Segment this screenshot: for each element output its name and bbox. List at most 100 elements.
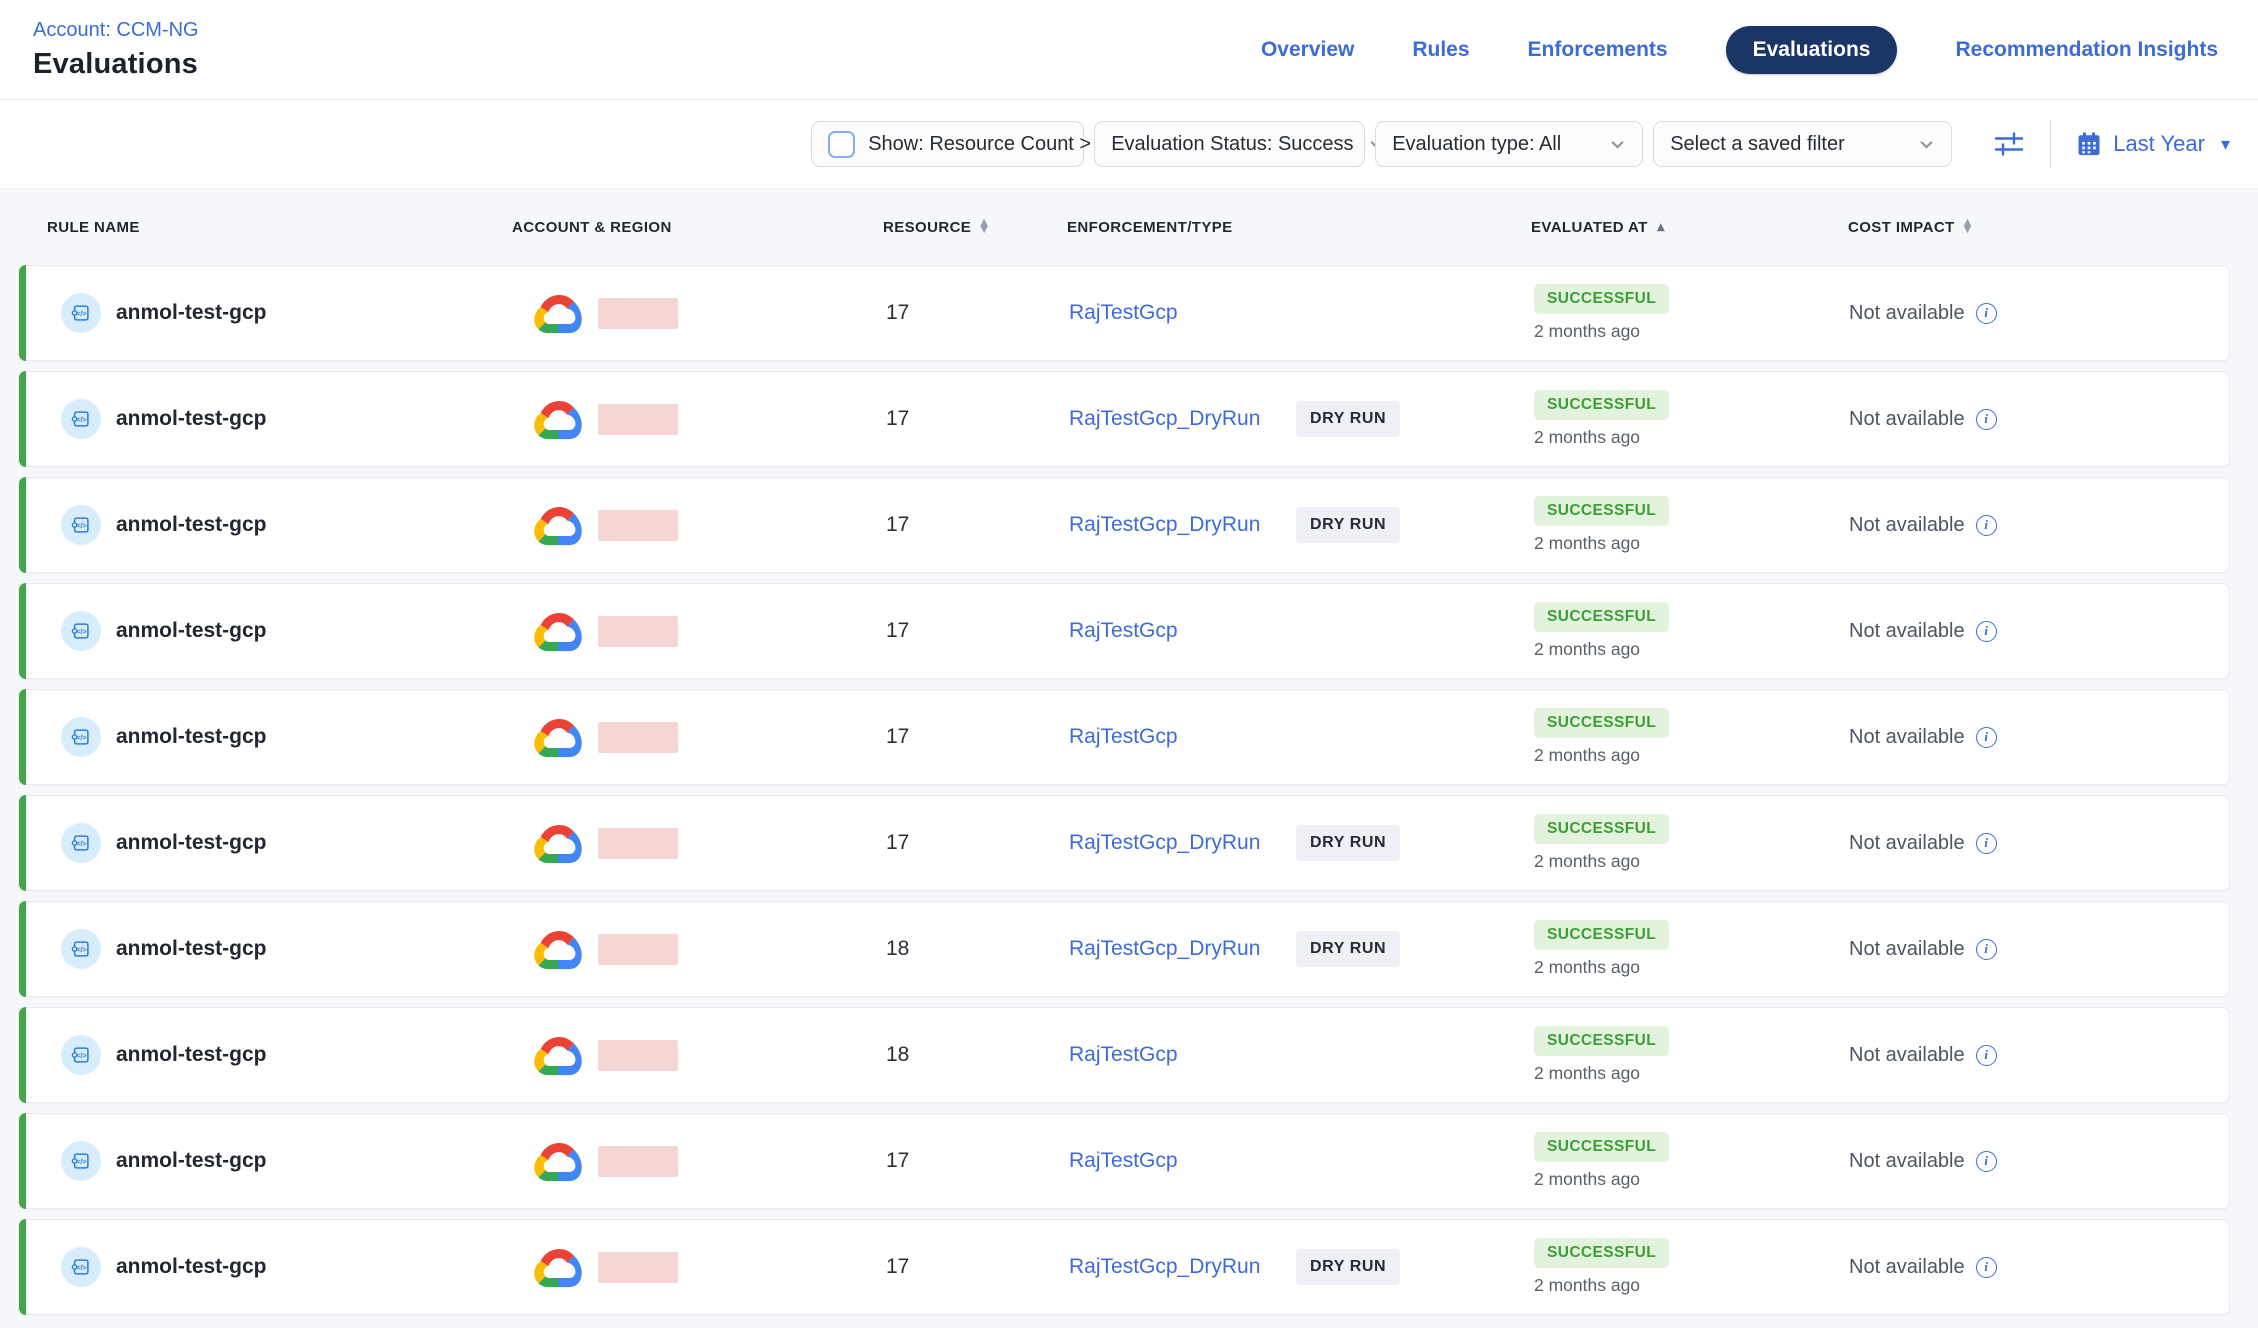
sliders-icon: [1992, 129, 2026, 159]
table-body: </> anmol-test-gcp 17 RajTestGcp SUCCESS…: [18, 265, 2230, 1315]
enforcement-link[interactable]: RajTestGcp: [1069, 619, 1178, 642]
resource-count-checkbox[interactable]: [828, 131, 855, 158]
redacted-account-name: [598, 404, 678, 435]
tab-enforcements[interactable]: Enforcements: [1528, 38, 1668, 62]
enforcement-link[interactable]: RajTestGcp_DryRun: [1069, 1255, 1260, 1278]
rule-icon: </>: [61, 717, 101, 757]
evaluated-time: 2 months ago: [1534, 639, 1640, 660]
column-account-region: ACCOUNT & REGION: [500, 219, 868, 236]
enforcement-link[interactable]: RajTestGcp: [1069, 725, 1178, 748]
svg-text:</>: </>: [77, 311, 87, 318]
enforcement-link[interactable]: RajTestGcp: [1069, 301, 1178, 324]
resource-count: 17: [869, 831, 1055, 855]
row-status-accent: [19, 1007, 26, 1103]
tab-rules[interactable]: Rules: [1412, 38, 1469, 62]
info-icon[interactable]: i: [1976, 1151, 1997, 1172]
evaluation-status-dropdown[interactable]: Evaluation Status: Success: [1094, 121, 1365, 167]
rule-name: anmol-test-gcp: [116, 1043, 267, 1067]
resource-count: 17: [869, 301, 1055, 325]
evaluation-row[interactable]: </> anmol-test-gcp 17 RajTestGcp_DryRun …: [18, 1219, 2230, 1315]
info-icon[interactable]: i: [1976, 409, 1997, 430]
enforcement-link[interactable]: RajTestGcp_DryRun: [1069, 831, 1260, 854]
info-icon[interactable]: i: [1976, 1045, 1997, 1066]
rule-name: anmol-test-gcp: [116, 1149, 267, 1173]
rule-icon: </>: [61, 505, 101, 545]
column-evaluated-at[interactable]: EVALUATED AT ▲: [1520, 219, 1838, 236]
column-rule-name: RULE NAME: [18, 219, 500, 236]
resource-count: 18: [869, 937, 1055, 961]
rule-name: anmol-test-gcp: [116, 301, 267, 325]
evaluation-row[interactable]: </> anmol-test-gcp 17 RajTestGcp SUCCESS…: [18, 583, 2230, 679]
evaluation-row[interactable]: </> anmol-test-gcp 17 RajTestGcp SUCCESS…: [18, 265, 2230, 361]
dry-run-badge: DRY RUN: [1296, 401, 1400, 437]
column-cost-impact[interactable]: COST IMPACT ▲▼: [1838, 219, 2230, 236]
evaluation-row[interactable]: </> anmol-test-gcp 18 RajTestGcp_DryRun …: [18, 901, 2230, 997]
redacted-account-name: [598, 934, 678, 965]
date-range-value: Last Year: [2113, 131, 2205, 157]
cost-impact-value: Not available: [1849, 514, 1965, 537]
date-range-selector[interactable]: Last Year ▾: [2075, 130, 2230, 158]
evaluated-time: 2 months ago: [1534, 533, 1640, 554]
evaluation-status-badge: SUCCESSFUL: [1534, 1238, 1669, 1268]
account-breadcrumb-link[interactable]: Account: CCM-NG: [33, 19, 199, 42]
dry-run-badge: DRY RUN: [1296, 1249, 1400, 1285]
evaluation-row[interactable]: </> anmol-test-gcp 18 RajTestGcp SUCCESS…: [18, 1007, 2230, 1103]
info-icon[interactable]: i: [1976, 303, 1997, 324]
tab-recommendation-insights[interactable]: Recommendation Insights: [1955, 38, 2218, 62]
rule-name: anmol-test-gcp: [116, 407, 267, 431]
evaluations-table: RULE NAME ACCOUNT & REGION RESOURCE ▲▼ E…: [0, 188, 2258, 1328]
evaluation-status-badge: SUCCESSFUL: [1534, 1132, 1669, 1162]
sort-asc-icon[interactable]: ▲: [1657, 221, 1665, 233]
gcp-icon: [531, 1245, 585, 1290]
evaluation-type-dropdown[interactable]: Evaluation type: All: [1375, 121, 1643, 167]
info-icon[interactable]: i: [1976, 1257, 1997, 1278]
info-icon[interactable]: i: [1976, 727, 1997, 748]
evaluated-time: 2 months ago: [1534, 851, 1640, 872]
info-icon[interactable]: i: [1976, 621, 1997, 642]
info-icon[interactable]: i: [1976, 515, 1997, 536]
evaluation-row[interactable]: </> anmol-test-gcp 17 RajTestGcp_DryRun …: [18, 371, 2230, 467]
tab-evaluations[interactable]: Evaluations: [1726, 26, 1898, 74]
row-status-accent: [19, 795, 26, 891]
gcp-icon: [531, 1033, 585, 1078]
rule-icon: </>: [61, 399, 101, 439]
svg-text:</>: </>: [77, 1053, 87, 1060]
enforcement-link[interactable]: RajTestGcp: [1069, 1043, 1178, 1066]
rule-name: anmol-test-gcp: [116, 1255, 267, 1279]
column-resource[interactable]: RESOURCE ▲▼: [868, 219, 1054, 236]
filter-settings-button[interactable]: [1992, 129, 2026, 159]
evaluation-row[interactable]: </> anmol-test-gcp 17 RajTestGcp SUCCESS…: [18, 689, 2230, 785]
rule-icon: </>: [61, 929, 101, 969]
svg-text:</>: </>: [77, 523, 87, 530]
info-icon[interactable]: i: [1976, 833, 1997, 854]
evaluation-status-badge: SUCCESSFUL: [1534, 920, 1669, 950]
evaluation-status-badge: SUCCESSFUL: [1534, 390, 1669, 420]
resource-count: 17: [869, 407, 1055, 431]
row-status-accent: [19, 689, 26, 785]
enforcement-link[interactable]: RajTestGcp_DryRun: [1069, 513, 1260, 536]
info-icon[interactable]: i: [1976, 939, 1997, 960]
caret-down-icon: ▾: [2221, 134, 2230, 155]
sort-icon[interactable]: ▲▼: [1964, 220, 1972, 234]
row-status-accent: [19, 265, 26, 361]
evaluation-row[interactable]: </> anmol-test-gcp 17 RajTestGcp_DryRun …: [18, 795, 2230, 891]
redacted-account-name: [598, 1146, 678, 1177]
evaluation-status-badge: SUCCESSFUL: [1534, 602, 1669, 632]
resource-count: 17: [869, 1149, 1055, 1173]
resource-count-filter[interactable]: Show: Resource Count > 0: [811, 121, 1084, 167]
evaluations-page: Account: CCM-NG Evaluations Overview Rul…: [0, 0, 2258, 1328]
tab-overview[interactable]: Overview: [1261, 38, 1354, 62]
cost-impact-value: Not available: [1849, 726, 1965, 749]
row-status-accent: [19, 1113, 26, 1209]
gcp-icon: [531, 821, 585, 866]
enforcement-link[interactable]: RajTestGcp: [1069, 1149, 1178, 1172]
sort-icon[interactable]: ▲▼: [980, 220, 988, 234]
enforcement-link[interactable]: RajTestGcp_DryRun: [1069, 937, 1260, 960]
evaluation-row[interactable]: </> anmol-test-gcp 17 RajTestGcp_DryRun …: [18, 477, 2230, 573]
enforcement-link[interactable]: RajTestGcp_DryRun: [1069, 407, 1260, 430]
row-status-accent: [19, 901, 26, 997]
saved-filter-dropdown[interactable]: Select a saved filter: [1653, 121, 1952, 167]
evaluation-row[interactable]: </> anmol-test-gcp 17 RajTestGcp SUCCESS…: [18, 1113, 2230, 1209]
divider: [2050, 119, 2051, 169]
redacted-account-name: [598, 1040, 678, 1071]
